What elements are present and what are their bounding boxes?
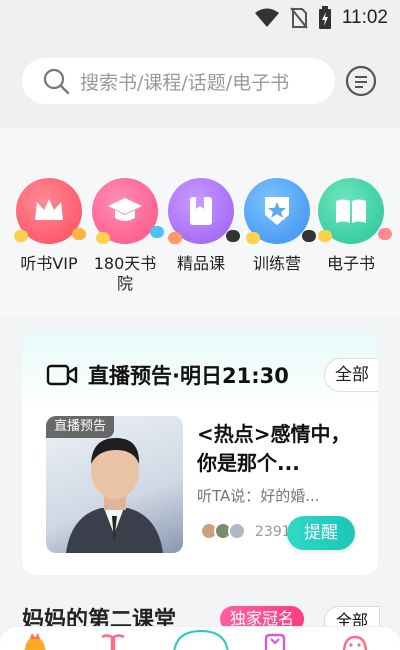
no-sim-icon <box>290 7 308 29</box>
category-tingshu-vip[interactable]: 听书VIP <box>11 178 87 274</box>
open-book-icon <box>318 178 392 244</box>
course-description: 听TA说：好的婚... <box>197 487 320 505</box>
video-camera-icon <box>46 364 78 386</box>
wifi-icon <box>254 8 279 27</box>
category-grid: 听书VIP 180天书院 精品课 训练营 电子书 <box>0 128 400 318</box>
battery-charging-icon <box>318 6 331 29</box>
search-bar[interactable]: 搜索书/课程/话题/电子书 <box>22 58 335 104</box>
live-preview-card: 直播预告·明日21:30 全部 直播预告 <热点>感情中，你是那个... 听TA… <box>22 330 378 575</box>
crown-icon <box>14 178 86 244</box>
live-header: 直播预告·明日21:30 <box>46 360 289 390</box>
category-180-days[interactable]: 180天书院 <box>87 178 164 294</box>
category-label: 180天书院 <box>93 254 157 293</box>
search-icon <box>43 68 70 95</box>
course-thumbnail[interactable]: 直播预告 <box>46 416 183 553</box>
status-bar: 11:02 <box>0 0 400 36</box>
bookmark-book-icon <box>168 178 240 244</box>
search-input[interactable]: 搜索书/课程/话题/电子书 <box>80 68 289 95</box>
study-tab-icon[interactable] <box>262 633 288 650</box>
center-play-icon[interactable] <box>172 629 230 650</box>
category-label: 精品课 <box>176 254 225 273</box>
live-title: 直播预告·明日21:30 <box>88 364 289 388</box>
course-title[interactable]: <热点>感情中，你是那个... <box>197 420 367 478</box>
avatar <box>228 522 246 540</box>
profile-tab-icon[interactable] <box>342 633 368 650</box>
thumbnail-tag: 直播预告 <box>46 416 115 438</box>
live-all-button[interactable]: 全部 <box>324 358 378 392</box>
category-dianzi-shu[interactable]: 电子书 <box>313 178 392 274</box>
category-label: 电子书 <box>326 254 375 273</box>
graduation-cap-icon <box>92 178 164 244</box>
clock: 11:02 <box>341 7 388 28</box>
category-xunlian-ying[interactable]: 训练营 <box>239 178 316 274</box>
message-icon[interactable] <box>344 64 378 98</box>
category-label: 听书VIP <box>20 254 78 273</box>
bottom-tab-bar <box>0 626 400 650</box>
book-tab-icon[interactable] <box>100 633 126 650</box>
badge-star-icon <box>244 178 316 244</box>
remind-button[interactable]: 提醒 <box>287 516 355 550</box>
attendee-avatars <box>200 522 246 540</box>
header: 搜索书/课程/话题/电子书 <box>0 36 400 128</box>
attendee-count: 2391 <box>255 524 291 540</box>
home-mascot-icon[interactable] <box>22 633 48 650</box>
category-label: 训练营 <box>252 254 301 273</box>
category-jingpin-ke[interactable]: 精品课 <box>163 178 240 274</box>
